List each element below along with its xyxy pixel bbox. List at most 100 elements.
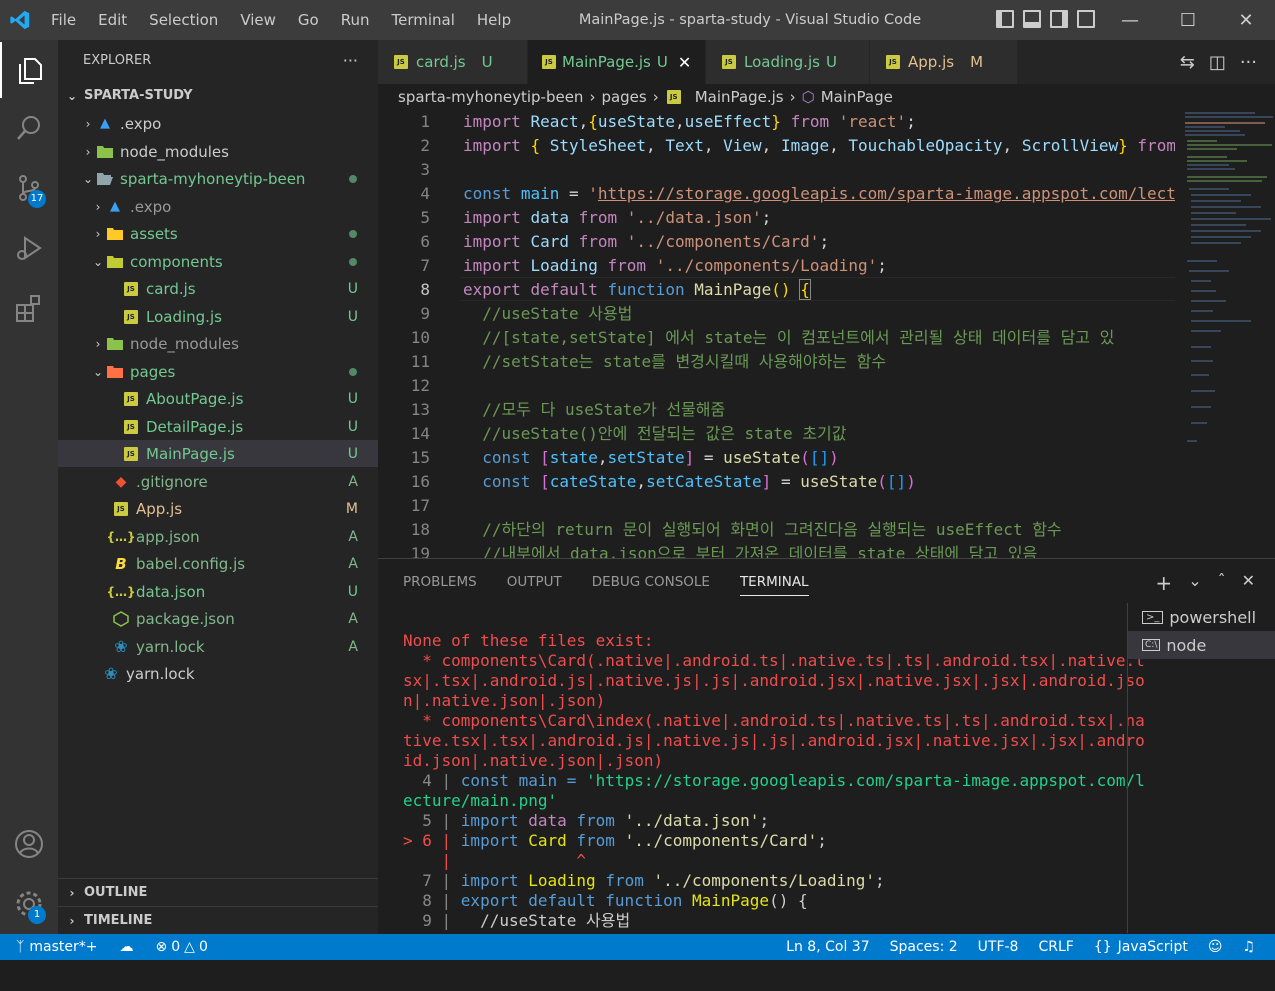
menu-file[interactable]: File xyxy=(40,0,87,40)
terminal-item-node[interactable]: C:\ node xyxy=(1128,631,1275,659)
line-number: 4 xyxy=(420,184,430,203)
tab-debug-console[interactable]: DEBUG CONSOLE xyxy=(592,574,710,590)
search-icon[interactable] xyxy=(0,100,58,156)
toggle-secondary-sidebar-icon[interactable] xyxy=(1050,10,1068,28)
workspace-root[interactable]: ⌄ SPARTA-STUDY xyxy=(58,82,378,109)
code-line: 1 import React,{useState,useEffect} from … xyxy=(378,110,1175,134)
problems-indicator[interactable]: ⊗ 0 △ 0 xyxy=(156,939,208,955)
tree-item-yarn-lock[interactable]: ❀ yarn.lock A xyxy=(58,633,378,660)
timeline-section[interactable]: › TIMELINE xyxy=(58,906,378,934)
tree-item-node-modules-sub[interactable]: › node_modules xyxy=(58,330,378,357)
feedback-icon[interactable]: ☺ xyxy=(1208,939,1223,955)
notifications-bell-icon[interactable]: ♫ xyxy=(1242,939,1255,955)
chevron-right-icon: › xyxy=(85,144,91,159)
tree-item-babel-config[interactable]: B babel.config.js A xyxy=(58,550,378,577)
menu-edit[interactable]: Edit xyxy=(87,0,138,40)
tab-mainpage-js[interactable]: JS MainPage.js U ✕ xyxy=(528,40,706,84)
js-file-icon: JS xyxy=(122,419,140,435)
end-of-line[interactable]: CRLF xyxy=(1038,939,1073,955)
menu-terminal[interactable]: Terminal xyxy=(381,0,466,40)
tree-item-label: .expo xyxy=(130,197,172,216)
tab-loading-js[interactable]: JS Loading.js U xyxy=(706,40,870,84)
breadcrumb-subfolder[interactable]: pages xyxy=(601,88,646,106)
tree-item-pages[interactable]: ⌄ pages xyxy=(58,358,378,385)
maximize-panel-icon[interactable]: ˆ xyxy=(1218,571,1226,595)
tree-item-package-json[interactable]: package.json A xyxy=(58,605,378,632)
minimize-icon[interactable]: — xyxy=(1101,0,1159,40)
menu-go[interactable]: Go xyxy=(287,0,330,40)
tree-item-loading-js[interactable]: JS Loading.js U xyxy=(58,303,378,330)
code-line: 9 //useState 사용법 xyxy=(378,302,1175,326)
maximize-icon[interactable]: ☐ xyxy=(1159,0,1217,40)
menu-help[interactable]: Help xyxy=(466,0,522,40)
chevron-down-icon: ⌄ xyxy=(66,88,78,103)
git-status: M xyxy=(345,500,358,517)
chevron-right-icon: › xyxy=(652,88,659,106)
tree-item-card-js[interactable]: JS card.js U xyxy=(58,275,378,302)
tree-item-aboutpage-js[interactable]: JS AboutPage.js U xyxy=(58,385,378,412)
node-folder-icon xyxy=(106,336,124,352)
tree-item-detailpage-js[interactable]: JS DetailPage.js U xyxy=(58,413,378,440)
folder-open-icon xyxy=(96,171,114,187)
explorer-icon[interactable] xyxy=(0,42,58,98)
extensions-icon[interactable] xyxy=(0,280,58,336)
terminal-caret: | ^ xyxy=(403,851,587,870)
tab-terminal[interactable]: TERMINAL xyxy=(739,574,809,596)
toggle-sidebar-icon[interactable] xyxy=(996,10,1014,28)
encoding[interactable]: UTF-8 xyxy=(978,939,1019,955)
tab-close-icon[interactable]: ✕ xyxy=(678,53,691,72)
explorer-more-icon[interactable]: ··· xyxy=(343,51,358,70)
customize-layout-icon[interactable] xyxy=(1077,10,1095,28)
tree-item-components[interactable]: ⌄ components xyxy=(58,248,378,275)
minimap[interactable] xyxy=(1175,110,1275,558)
source-control-icon[interactable]: 17 xyxy=(0,160,58,216)
compare-changes-icon[interactable]: ⇆ xyxy=(1180,52,1195,73)
breadcrumb-folder[interactable]: sparta-myhoneytip-been xyxy=(398,88,583,106)
manage-gear-icon[interactable]: 1 xyxy=(0,876,58,932)
cursor-position[interactable]: Ln 8, Col 37 xyxy=(786,939,869,955)
outline-section[interactable]: › OUTLINE xyxy=(58,878,378,906)
panel-actions: + ⌄ ˆ ✕ xyxy=(1155,571,1255,595)
run-debug-icon[interactable] xyxy=(0,220,58,276)
tree-item-gitignore[interactable]: ◆ .gitignore A xyxy=(58,468,378,495)
tree-item-project-folder[interactable]: ⌄ sparta-myhoneytip-been xyxy=(58,165,378,192)
tree-item-mainpage-js[interactable]: JS MainPage.js U xyxy=(58,440,378,467)
close-panel-icon[interactable]: ✕ xyxy=(1242,571,1255,595)
tree-item-expo[interactable]: › ▲ .expo xyxy=(58,110,378,137)
language-mode[interactable]: {} JavaScript xyxy=(1094,939,1188,955)
sync-icon[interactable]: ☁ xyxy=(120,939,134,955)
accounts-icon[interactable] xyxy=(0,816,58,872)
tree-item-label: node_modules xyxy=(120,142,229,161)
more-actions-icon[interactable]: ··· xyxy=(1240,52,1257,73)
tree-item-assets[interactable]: › assets xyxy=(58,220,378,247)
menu-view[interactable]: View xyxy=(229,0,287,40)
breadcrumb-symbol[interactable]: MainPage xyxy=(821,88,893,106)
tree-item-label: sparta-myhoneytip-been xyxy=(120,169,306,188)
expo-folder-icon: ▲ xyxy=(100,116,110,131)
breadcrumb-file[interactable]: MainPage.js xyxy=(695,88,784,106)
tab-output[interactable]: OUTPUT xyxy=(507,574,562,590)
new-terminal-icon[interactable]: + xyxy=(1155,571,1172,595)
close-window-icon[interactable]: ✕ xyxy=(1217,0,1275,40)
tree-item-data-json[interactable]: {…} data.json U xyxy=(58,578,378,605)
tree-item-yarn-lock-root[interactable]: ❀ yarn.lock xyxy=(58,660,378,687)
tab-app-js[interactable]: JS App.js M xyxy=(870,40,1018,84)
toggle-panel-icon[interactable] xyxy=(1023,10,1041,28)
menu-run[interactable]: Run xyxy=(330,0,381,40)
branch-indicator[interactable]: ᛉ master*+ xyxy=(16,939,98,955)
tree-item-app-js[interactable]: JS App.js M xyxy=(58,495,378,522)
tree-item-node-modules[interactable]: › node_modules xyxy=(58,138,378,165)
split-editor-icon[interactable]: ◫ xyxy=(1209,52,1226,73)
tab-card-js[interactable]: JS card.js U xyxy=(378,40,528,84)
terminal-item-powershell[interactable]: >_ powershell xyxy=(1128,603,1275,631)
tree-item-app-json[interactable]: {…} app.json A xyxy=(58,523,378,550)
title-bar: File Edit Selection View Go Run Terminal… xyxy=(0,0,1275,40)
menu-selection[interactable]: Selection xyxy=(138,0,229,40)
terminal-item-label: node xyxy=(1166,635,1207,655)
tree-item-expo-sub[interactable]: › ▲ .expo xyxy=(58,193,378,220)
indentation[interactable]: Spaces: 2 xyxy=(890,939,958,955)
code-editor[interactable]: 1 import React,{useState,useEffect} from … xyxy=(378,110,1175,558)
tree-item-label: package.json xyxy=(136,609,235,628)
terminal-dropdown-icon[interactable]: ⌄ xyxy=(1188,571,1201,595)
tab-problems[interactable]: PROBLEMS xyxy=(403,574,477,590)
